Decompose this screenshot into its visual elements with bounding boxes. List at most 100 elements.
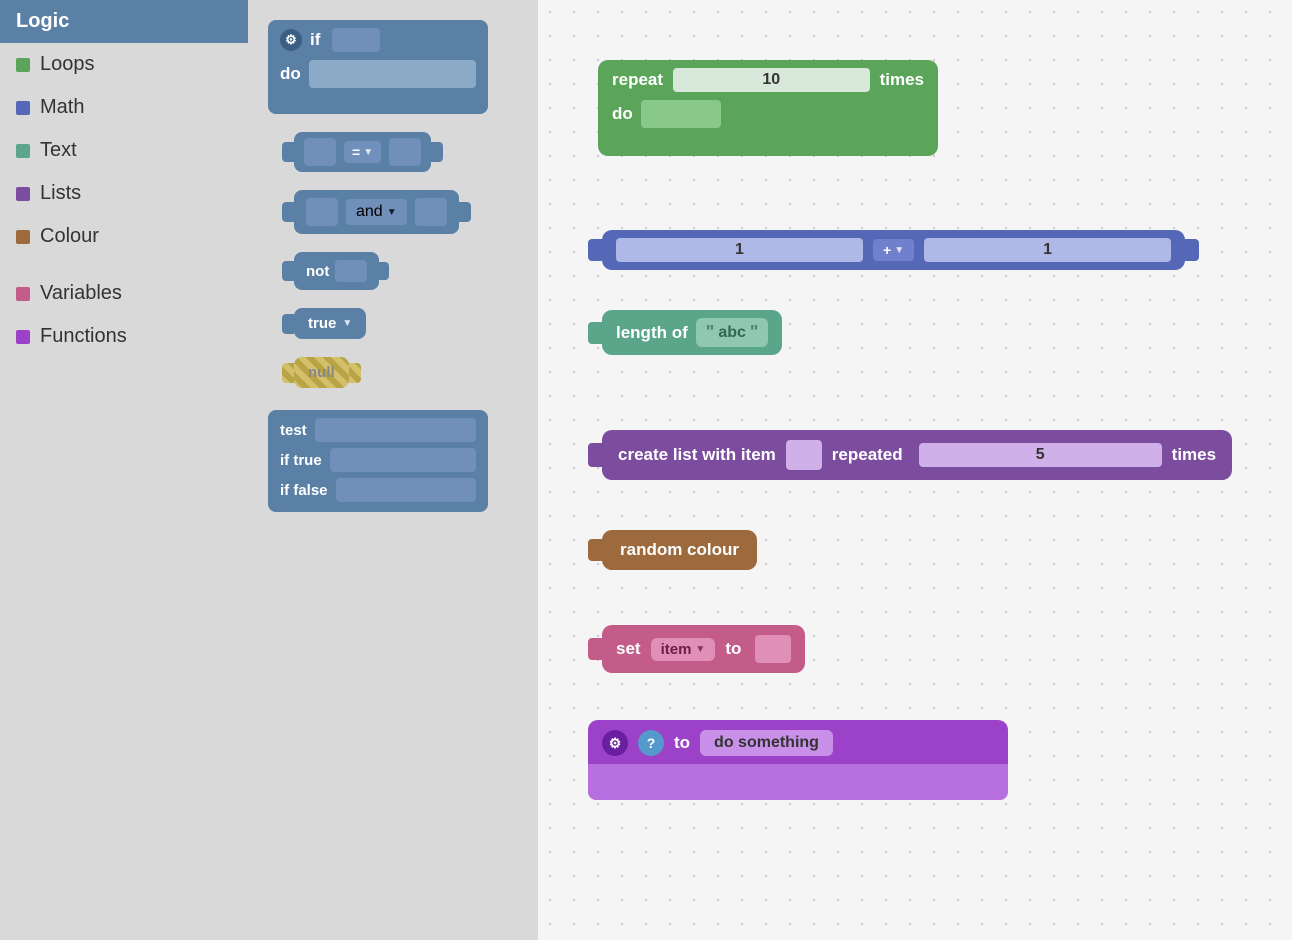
length-of-block[interactable]: length of " abc " (588, 310, 782, 355)
sidebar: Logic Loops Math Text Lists Colour Varia… (0, 0, 248, 940)
repeat-label: repeat (612, 70, 663, 90)
canvas: repeat times do + ▼ (538, 0, 1292, 940)
list-left-notch (588, 443, 602, 467)
list-repeat-count-input[interactable] (919, 443, 1162, 467)
sidebar-item-text[interactable]: Text (0, 129, 248, 172)
test-condition-slot (315, 418, 476, 442)
math-left-notch (588, 239, 602, 261)
functions-color-dot (16, 330, 30, 344)
sidebar-item-functions[interactable]: Functions (0, 315, 248, 358)
sidebar-item-colour[interactable]: Colour (0, 215, 248, 258)
gear-icon: ⚙ (280, 29, 302, 51)
not-slot (335, 260, 367, 282)
null-block[interactable]: null (294, 357, 349, 388)
not-block[interactable]: not (294, 252, 379, 290)
var-to-slot (755, 635, 791, 663)
length-text-slot: " abc " (696, 318, 769, 347)
eq-operator-label: = (352, 144, 360, 160)
repeat-do-slot (641, 100, 721, 128)
sidebar-item-label: Functions (40, 325, 127, 348)
sidebar-item-label: Math (40, 96, 84, 119)
repeat-do-label: do (612, 104, 633, 124)
eq-right-slot (389, 138, 421, 166)
func-gear-icon: ⚙ (602, 730, 628, 756)
sidebar-item-logic[interactable]: Logic (0, 0, 248, 43)
sidebar-item-loops[interactable]: Loops (0, 43, 248, 86)
func-name-slot[interactable]: do something (700, 730, 833, 756)
func-name-value: do something (714, 734, 819, 751)
and-label: and (356, 203, 383, 221)
var-dropdown-arrow: ▼ (695, 644, 705, 655)
to-label: to (725, 639, 741, 659)
sidebar-item-label: Text (40, 139, 77, 162)
colour-color-dot (16, 230, 30, 244)
close-quote: " (750, 322, 759, 343)
sidebar-item-math[interactable]: Math (0, 86, 248, 129)
math-operator-dropdown[interactable]: + ▼ (873, 239, 914, 261)
length-left-notch (588, 322, 602, 344)
eq-left-slot (304, 138, 336, 166)
and-block[interactable]: and ▼ (294, 190, 459, 234)
and-left-slot (306, 198, 338, 226)
not-right-notch (379, 262, 389, 280)
and-dropdown-arrow: ▼ (387, 207, 397, 218)
lists-color-dot (16, 187, 30, 201)
math-left-input[interactable] (616, 238, 863, 262)
func-body-area (588, 764, 1008, 800)
math-right-notch (1185, 239, 1199, 261)
random-colour-block[interactable]: random colour (588, 530, 757, 570)
if-false-label: if false (280, 482, 328, 499)
create-list-label: create list with item (618, 445, 776, 465)
repeated-label: repeated (832, 445, 903, 465)
variables-color-dot (16, 287, 30, 301)
set-variable-block[interactable]: set item ▼ to (588, 625, 805, 673)
length-text-value: abc (718, 324, 746, 342)
sidebar-item-label: Loops (40, 53, 95, 76)
length-of-label: length of (616, 323, 688, 343)
repeat-value-input[interactable] (673, 68, 870, 92)
repeat-times-label: times (880, 70, 924, 90)
true-block[interactable]: true ▼ (294, 308, 366, 339)
list-times-label: times (1172, 445, 1216, 465)
not-label: not (306, 263, 329, 280)
open-quote: " (706, 322, 715, 343)
var-left-notch (588, 638, 602, 660)
function-block[interactable]: ⚙ ? to do something (588, 720, 1008, 804)
func-question-icon: ? (638, 730, 664, 756)
do-label: do (280, 64, 301, 84)
sidebar-item-lists[interactable]: Lists (0, 172, 248, 215)
test-false-slot (336, 478, 476, 502)
text-color-dot (16, 144, 30, 158)
colour-left-notch (588, 539, 602, 561)
sidebar-item-label: Logic (16, 10, 69, 33)
math-add-block[interactable]: + ▼ (588, 230, 1185, 270)
set-label: set (616, 639, 641, 659)
create-list-block[interactable]: create list with item repeated times (588, 430, 1232, 480)
repeat-block[interactable]: repeat times do (598, 60, 938, 156)
sidebar-item-variables[interactable]: Variables (0, 272, 248, 315)
sidebar-item-label: Variables (40, 282, 122, 305)
and-right-slot (415, 198, 447, 226)
equals-block[interactable]: = ▼ (294, 132, 431, 172)
list-item-slot (786, 440, 822, 470)
loops-color-dot (16, 58, 30, 72)
ternary-block[interactable]: test if true if false (268, 410, 488, 512)
var-item-label: item (661, 641, 692, 658)
list-num-left-notch (909, 446, 919, 464)
null-label: null (308, 364, 335, 381)
var-name-dropdown[interactable]: item ▼ (651, 638, 716, 661)
test-label: test (280, 422, 307, 439)
true-label: true (308, 315, 336, 332)
and-operator-dropdown[interactable]: and ▼ (346, 199, 407, 225)
eq-dropdown-arrow: ▼ (363, 147, 373, 158)
math-op-label: + (883, 242, 891, 258)
eq-operator-dropdown[interactable]: = ▼ (344, 141, 381, 163)
blocks-panel: ⚙ if do = ▼ and ▼ (248, 0, 538, 940)
if-condition-slot (332, 28, 380, 52)
if-block[interactable]: ⚙ if do (268, 20, 488, 114)
repeat-bottom-hook (612, 132, 682, 146)
math-op-arrow: ▼ (894, 245, 904, 256)
math-right-input[interactable] (924, 238, 1171, 262)
if-true-label: if true (280, 452, 322, 469)
math-color-dot (16, 101, 30, 115)
